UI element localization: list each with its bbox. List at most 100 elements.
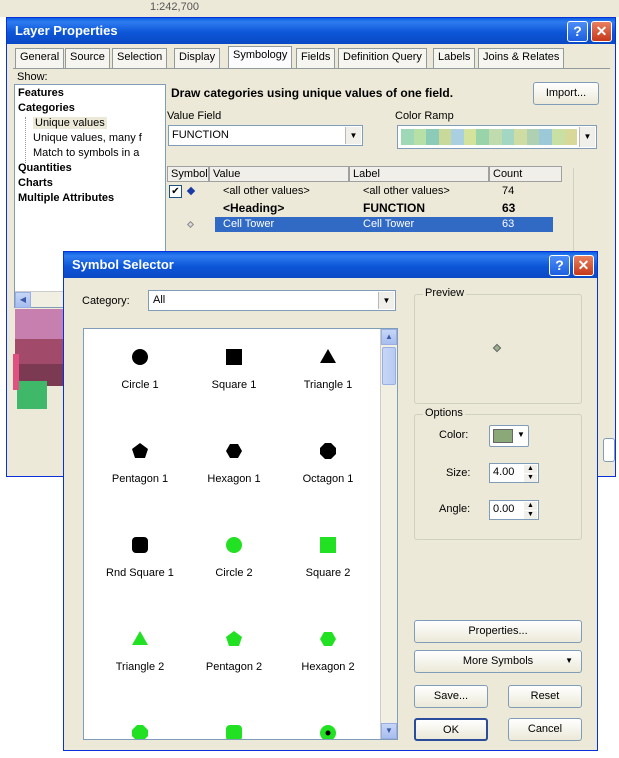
tab-display[interactable]: Display <box>174 48 221 68</box>
symbol-label: Hexagon 1 <box>207 473 261 485</box>
row-value: Cell Tower <box>223 218 275 230</box>
tab-general[interactable]: General <box>15 48 65 68</box>
circle-symbol-icon <box>188 531 280 559</box>
row-label: <all other values> <box>363 185 450 197</box>
tree-multiple-attributes[interactable]: Multiple Attributes <box>18 192 114 204</box>
tree-categories[interactable]: Categories <box>18 102 75 114</box>
rndsquare-symbol-icon <box>188 719 280 739</box>
ramp-color-stop <box>501 129 515 145</box>
symbol-item[interactable] <box>188 719 280 739</box>
symbol-label: Pentagon 2 <box>205 661 263 673</box>
hexagon-symbol-icon <box>188 437 280 465</box>
row-count: 63 <box>502 218 515 230</box>
symbol-item[interactable]: Octagon 1 <box>282 437 374 485</box>
color-picker-button[interactable]: ▼ <box>489 425 529 447</box>
value-field-select[interactable]: FUNCTION ▼ <box>168 125 363 146</box>
help-button[interactable]: ? <box>549 255 570 276</box>
size-label: Size: <box>446 467 471 479</box>
column-header-label[interactable]: Label <box>349 166 489 182</box>
cancel-button[interactable]: Cancel <box>508 718 582 741</box>
spin-down-icon[interactable]: ▼ <box>524 511 537 519</box>
rndsquare-symbol-icon <box>94 531 186 559</box>
tab-divider <box>13 68 610 69</box>
category-value: All <box>153 294 166 306</box>
spin-down-icon[interactable]: ▼ <box>524 474 537 482</box>
symbol-item[interactable]: Square 1 <box>188 343 280 391</box>
tree-match-to-symbols[interactable]: Match to symbols in a <box>33 147 139 159</box>
color-swatch <box>493 429 513 443</box>
tab-joins-relates[interactable]: Joins & Relates <box>478 48 565 68</box>
background-toolbar: 1:242,700 <box>0 0 619 17</box>
tree-unique-values[interactable]: Unique values <box>33 117 107 129</box>
tab-fields[interactable]: Fields <box>296 48 336 68</box>
symbol-label: Square 1 <box>211 379 257 391</box>
symbol-gallery: Circle 1 Square 1 Triangle 1 Pentagon 1 Hexa… <box>83 328 398 740</box>
symbol-item[interactable]: Triangle 1 <box>282 343 374 391</box>
hidden-button[interactable] <box>603 438 615 462</box>
symbol-item[interactable]: Hexagon 1 <box>188 437 280 485</box>
circle-symbol-icon <box>94 343 186 371</box>
more-symbols-button[interactable]: More Symbols ▼ <box>414 650 582 673</box>
color-label: Color: <box>439 429 469 441</box>
symbol-item[interactable]: Pentagon 2 <box>188 625 280 673</box>
color-ramp-label: Color Ramp <box>395 110 454 122</box>
show-label: Show: <box>17 71 48 83</box>
table-row[interactable]: <Heading> FUNCTION 63 <box>167 200 562 215</box>
column-header-symbol[interactable]: Symbol <box>167 166 209 182</box>
tab-source[interactable]: Source <box>65 48 110 68</box>
symbol-item[interactable]: Square 2 <box>282 531 374 579</box>
symbol-item[interactable]: Circle 2 <box>188 531 280 579</box>
tab-symbology[interactable]: Symbology <box>228 46 293 69</box>
scroll-left-icon[interactable]: ◀ <box>15 292 31 308</box>
properties-button[interactable]: Properties... <box>414 620 582 643</box>
legend-swatch-1 <box>15 309 69 339</box>
tab-definition-query[interactable]: Definition Query <box>338 48 427 68</box>
symbol-item[interactable]: Hexagon 2 <box>282 625 374 673</box>
size-spinner[interactable]: 4.00 ▲ ▼ <box>489 463 539 483</box>
spin-up-icon[interactable]: ▲ <box>524 502 537 510</box>
tab-selection[interactable]: Selection <box>112 48 168 68</box>
spin-up-icon[interactable]: ▲ <box>524 465 537 473</box>
category-select[interactable]: All ▼ <box>148 290 396 311</box>
tree-unique-values-many[interactable]: Unique values, many f <box>33 132 142 144</box>
options-label: Options <box>423 407 465 419</box>
tree-charts[interactable]: Charts <box>18 177 53 189</box>
tree-features[interactable]: Features <box>18 87 64 99</box>
checkbox-icon[interactable]: ✔ <box>169 185 182 198</box>
reset-button[interactable]: Reset <box>508 685 582 708</box>
help-button[interactable]: ? <box>567 21 588 42</box>
symbol-item[interactable] <box>94 719 186 739</box>
angle-label: Angle: <box>439 503 471 515</box>
tree-quantities[interactable]: Quantities <box>18 162 72 174</box>
symbol-item[interactable]: Circle 1 <box>94 343 186 391</box>
symbol-label: Square 2 <box>305 567 351 579</box>
symbol-selector-titlebar: Symbol Selector ? ✕ <box>64 252 597 278</box>
symbol-label: Rnd Square 1 <box>106 567 174 579</box>
row-value: <Heading> <box>223 201 285 215</box>
close-button[interactable]: ✕ <box>591 21 612 42</box>
tab-labels[interactable]: Labels <box>433 48 476 68</box>
angle-value: 0.00 <box>493 503 515 515</box>
angle-spinner[interactable]: 0.00 ▲ ▼ <box>489 500 539 520</box>
symbol-item[interactable] <box>282 719 374 739</box>
symbol-item[interactable]: Rnd Square 1 <box>94 531 186 579</box>
column-header-value[interactable]: Value <box>209 166 349 182</box>
close-button[interactable]: ✕ <box>573 255 594 276</box>
color-ramp-select[interactable]: ▼ <box>397 125 597 149</box>
scroll-thumb[interactable] <box>382 347 396 385</box>
table-row-selected[interactable]: Cell Tower Cell Tower 63 <box>167 217 562 232</box>
ok-button[interactable]: OK <box>414 718 488 741</box>
save-button[interactable]: Save... <box>414 685 488 708</box>
symbol-label: Circle 1 <box>121 379 159 391</box>
ramp-color-stop <box>539 129 552 145</box>
import-button[interactable]: Import... <box>533 82 599 105</box>
symbol-item[interactable]: Pentagon 1 <box>94 437 186 485</box>
scroll-down-icon[interactable]: ▼ <box>381 723 397 739</box>
chevron-down-icon: ▼ <box>345 127 361 144</box>
symbol-item[interactable]: Triangle 2 <box>94 625 186 673</box>
scroll-up-icon[interactable]: ▲ <box>381 329 397 345</box>
column-header-count[interactable]: Count <box>489 166 562 182</box>
gallery-scrollbar[interactable]: ▲ ▼ <box>380 329 397 739</box>
table-row[interactable]: ✔ <all other values> <all other values> … <box>167 184 562 199</box>
legend-swatch-5 <box>13 354 19 390</box>
